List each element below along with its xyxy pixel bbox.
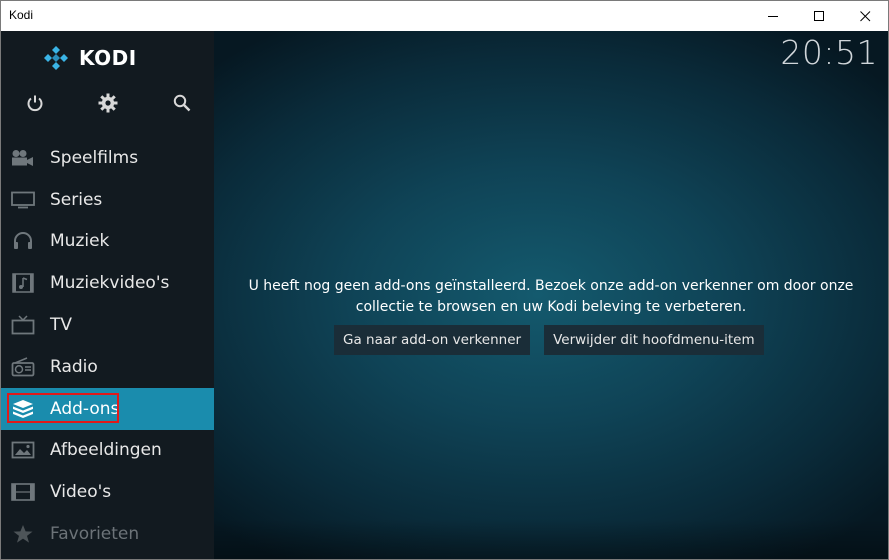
- browse-addons-button[interactable]: Ga naar add-on verkenner: [334, 325, 531, 355]
- film-strip-icon: [11, 482, 35, 502]
- bottom-shade: [214, 519, 888, 559]
- menu-item-label: Afbeeldingen: [50, 440, 162, 461]
- kodi-logo[interactable]: KODI: [43, 45, 137, 71]
- headphones-icon: [11, 231, 35, 251]
- maximize-icon: [813, 10, 824, 21]
- pictures-icon: [11, 440, 35, 460]
- remove-menu-item-button[interactable]: Verwijder dit hoofdmenu-item: [544, 325, 764, 355]
- menu-item-muziekvideos[interactable]: Muziekvideo's: [1, 262, 214, 304]
- main-content: 20:51 U heeft nog geen add-ons geïnstall…: [214, 31, 888, 559]
- power-icon: [27, 95, 43, 112]
- menu-item-tv[interactable]: TV: [1, 304, 214, 346]
- menu-item-label: Video's: [50, 482, 112, 503]
- window-title: Kodi: [9, 8, 34, 22]
- sidebar: KODI Speelfilms Series Muziek Muziekvide…: [1, 31, 214, 559]
- kodi-logo-icon: [44, 46, 68, 70]
- menu-item-label: Speelfilms: [50, 147, 139, 168]
- menu-item-label: Muziekvideo's: [50, 273, 170, 294]
- clock: 20:51: [780, 33, 878, 72]
- menu-item-label: Favorieten: [50, 524, 140, 545]
- menu-item-favorieten[interactable]: Favorieten: [1, 513, 214, 555]
- movies-camera-icon: [11, 148, 35, 168]
- menu-item-afbeeldingen[interactable]: Afbeeldingen: [1, 430, 214, 472]
- close-button[interactable]: [842, 1, 888, 31]
- star-icon: [11, 524, 35, 544]
- no-addons-message: U heeft nog geen add-ons geïnstalleerd. …: [248, 278, 854, 315]
- power-button[interactable]: [21, 89, 49, 117]
- main-menu: Speelfilms Series Muziek Muziekvideo's T…: [1, 137, 214, 555]
- title-bar[interactable]: Kodi: [1, 1, 888, 31]
- menu-item-muziek[interactable]: Muziek: [1, 221, 214, 263]
- close-icon: [859, 10, 870, 21]
- logo-text: KODI: [79, 46, 137, 70]
- menu-item-label: TV: [50, 315, 73, 336]
- music-video-icon: [11, 273, 35, 294]
- tv-antenna-icon: [11, 315, 35, 335]
- menu-item-speelfilms[interactable]: Speelfilms: [1, 137, 214, 179]
- search-icon: [173, 94, 191, 112]
- menu-item-addons[interactable]: Add-ons: [1, 387, 214, 430]
- top-icons: [1, 89, 214, 117]
- settings-button[interactable]: [94, 89, 122, 117]
- selection-highlight-box: [7, 392, 119, 423]
- menu-item-label: Muziek: [50, 231, 110, 252]
- minimize-icon: [767, 15, 778, 17]
- minimize-button[interactable]: [750, 1, 796, 31]
- maximize-button[interactable]: [796, 1, 842, 31]
- gear-icon: [98, 93, 118, 113]
- kodi-window: Kodi KODI Speelfilms Series Muziek Muzie…: [0, 0, 889, 560]
- search-button[interactable]: [168, 89, 196, 117]
- tv-monitor-icon: [11, 190, 35, 210]
- menu-item-series[interactable]: Series: [1, 179, 214, 221]
- menu-item-radio[interactable]: Radio: [1, 346, 214, 388]
- menu-item-label: Radio: [50, 356, 98, 377]
- action-buttons: Ga naar add-on verkenner Verwijder dit h…: [334, 325, 778, 355]
- radio-icon: [11, 357, 35, 377]
- kodi-app: KODI Speelfilms Series Muziek Muziekvide…: [1, 31, 888, 559]
- menu-item-videos[interactable]: Video's: [1, 471, 214, 513]
- menu-item-label: Series: [50, 189, 103, 210]
